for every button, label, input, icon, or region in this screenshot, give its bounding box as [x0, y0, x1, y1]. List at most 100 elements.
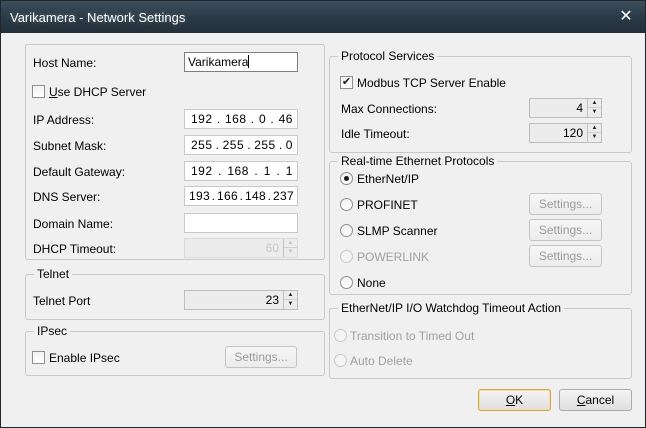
- text-caret: [248, 55, 250, 68]
- gateway-octet: 168: [227, 164, 249, 178]
- gateway-octet: 192: [191, 164, 213, 178]
- dns-octet: 237: [273, 189, 294, 203]
- subnet-octet: 255: [222, 138, 245, 152]
- ip-dot: .: [267, 189, 272, 203]
- slmp-scanner-radio[interactable]: [340, 224, 353, 237]
- auto-delete-label: Auto Delete: [350, 354, 413, 368]
- spin-down-icon[interactable]: ▼: [588, 133, 601, 142]
- dns-octet: 148: [245, 189, 266, 203]
- auto-delete-radio: [334, 354, 347, 367]
- rte-protocols-legend: Real-time Ethernet Protocols: [338, 153, 498, 169]
- none-radio[interactable]: [340, 276, 353, 289]
- ok-rest: K: [515, 393, 524, 407]
- ipsec-legend: IPsec: [34, 323, 71, 339]
- subnet-mask-label: Subnet Mask:: [33, 139, 107, 153]
- ip-dot: .: [218, 164, 222, 178]
- transition-timed-out-radio: [334, 329, 347, 342]
- spin-buttons: ▲ ▼: [587, 124, 601, 142]
- dialog-client-area: Host Name: Varikamera Use DHCP Server IP…: [7, 33, 639, 421]
- dns-octet: 193: [189, 189, 210, 203]
- modbus-tcp-checkbox[interactable]: ✔: [340, 76, 353, 89]
- enable-ipsec-label[interactable]: Enable IPsec: [49, 351, 120, 365]
- transition-timed-out-label: Transition to Timed Out: [350, 329, 475, 343]
- domain-name-field[interactable]: [184, 213, 298, 233]
- close-icon[interactable]: ✕: [613, 7, 639, 27]
- telnet-port-spinner[interactable]: 23 ▲ ▼: [184, 290, 298, 310]
- ip-dot: .: [216, 112, 221, 126]
- profinet-settings-button[interactable]: Settings...: [529, 193, 602, 215]
- ip-dot: .: [211, 189, 216, 203]
- max-connections-spinner[interactable]: 4 ▲ ▼: [529, 98, 602, 118]
- ip-address-label: IP Address:: [33, 113, 95, 127]
- ip-dot: .: [254, 164, 259, 178]
- gateway-octet: 1: [285, 164, 293, 178]
- ip-octet: 168: [224, 112, 247, 126]
- powerlink-radio: [340, 250, 353, 263]
- subnet-octet: 255: [254, 138, 276, 152]
- use-dhcp-mnemonic: U: [49, 85, 58, 99]
- slmp-scanner-label[interactable]: SLMP Scanner: [357, 224, 438, 238]
- network-settings-dialog: Varikamera - Network Settings ✕ Host Nam…: [0, 0, 646, 428]
- ethernet-ip-radio[interactable]: [340, 172, 353, 185]
- cancel-rest: ancel: [585, 393, 615, 407]
- default-gateway-field[interactable]: 192. 168. 1. 1: [184, 161, 298, 181]
- max-connections-label: Max Connections:: [341, 102, 438, 116]
- window-title: Varikamera - Network Settings: [10, 10, 186, 25]
- idle-timeout-label: Idle Timeout:: [341, 127, 410, 141]
- ip-dot: .: [276, 164, 281, 178]
- check-icon: ✔: [341, 76, 352, 88]
- ip-dot: .: [239, 189, 244, 203]
- spin-down-icon: ▼: [287, 249, 294, 255]
- spin-buttons: ▲ ▼: [283, 239, 297, 257]
- ok-button[interactable]: OK: [478, 389, 551, 411]
- dhcp-timeout-spinner: 60 ▲ ▼: [184, 238, 298, 258]
- none-label[interactable]: None: [357, 276, 386, 290]
- telnet-legend: Telnet: [34, 266, 73, 282]
- powerlink-settings-button[interactable]: Settings...: [529, 245, 602, 267]
- ip-dot: .: [247, 138, 252, 152]
- spin-up-icon[interactable]: ▲: [588, 124, 601, 133]
- telnet-port-value: 23: [265, 293, 279, 307]
- idle-timeout-spinner[interactable]: 120 ▲ ▼: [529, 123, 602, 143]
- ipsec-settings-button[interactable]: Settings...: [225, 346, 297, 368]
- slmp-settings-button[interactable]: Settings...: [529, 219, 602, 241]
- ip-dot: .: [270, 112, 275, 126]
- ip-address-field[interactable]: 192. 168. 0. 46: [184, 109, 298, 129]
- protocol-services-legend: Protocol Services: [338, 48, 438, 64]
- use-dhcp-checkbox[interactable]: [32, 85, 45, 98]
- ip-octet: 46: [278, 112, 293, 126]
- modbus-tcp-label[interactable]: Modbus TCP Server Enable: [357, 76, 506, 90]
- ip-octet: 192: [191, 112, 213, 126]
- dhcp-timeout-value: 60: [265, 241, 279, 255]
- spin-down-icon[interactable]: ▼: [284, 300, 297, 309]
- host-name-label: Host Name:: [33, 56, 97, 70]
- ip-octet: 0: [258, 112, 267, 126]
- max-connections-value: 4: [576, 101, 583, 115]
- ethernet-ip-label[interactable]: EtherNet/IP: [357, 172, 419, 186]
- profinet-radio[interactable]: [340, 198, 353, 211]
- ip-dot: .: [250, 112, 255, 126]
- use-dhcp-text: se DHCP Server: [57, 85, 147, 99]
- spin-up-icon[interactable]: ▲: [588, 99, 601, 108]
- profinet-label[interactable]: PROFINET: [357, 198, 418, 212]
- watchdog-group: EtherNet/IP I/O Watchdog Timeout Action: [329, 300, 632, 379]
- host-name-value: Varikamera: [188, 55, 249, 69]
- dns-server-field[interactable]: 193. 166. 148. 237: [184, 186, 298, 206]
- domain-name-label: Domain Name:: [33, 217, 114, 231]
- idle-timeout-value: 120: [562, 126, 583, 140]
- cancel-button[interactable]: Cancel: [559, 389, 632, 411]
- dns-octet: 166: [217, 189, 238, 203]
- spin-buttons: ▲ ▼: [587, 99, 601, 117]
- spin-buttons: ▲ ▼: [283, 291, 297, 309]
- ok-mnemonic: O: [505, 393, 516, 407]
- spin-up-icon: ▲: [284, 239, 297, 248]
- host-name-field[interactable]: Varikamera: [184, 52, 298, 72]
- spin-up-icon[interactable]: ▲: [284, 291, 297, 300]
- spin-down-icon[interactable]: ▼: [588, 108, 601, 117]
- use-dhcp-label[interactable]: Use DHCP Server: [49, 85, 146, 99]
- ip-dot: .: [215, 138, 220, 152]
- title-bar[interactable]: Varikamera - Network Settings ✕: [1, 1, 645, 33]
- enable-ipsec-checkbox[interactable]: [32, 351, 45, 364]
- dhcp-timeout-label: DHCP Timeout:: [33, 242, 117, 256]
- subnet-mask-field[interactable]: 255. 255. 255. 0: [184, 135, 298, 155]
